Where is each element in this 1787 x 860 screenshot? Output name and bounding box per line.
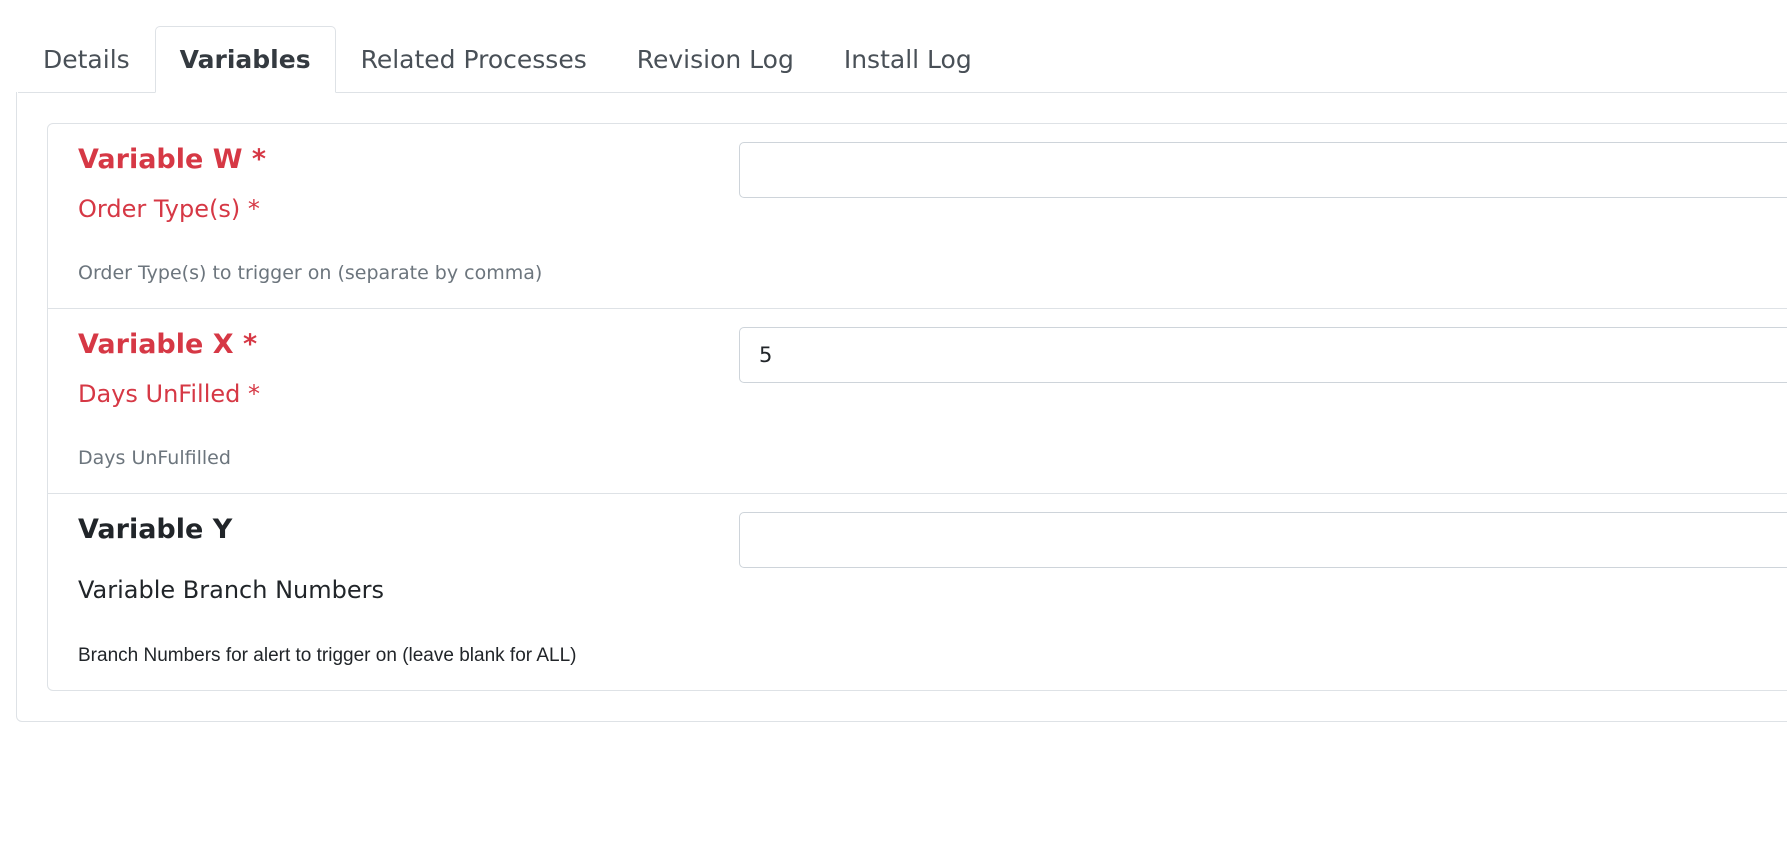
tab-revision-log[interactable]: Revision Log [612, 26, 819, 92]
variable-y-input[interactable] [739, 512, 1787, 568]
variable-x-label: Days UnFilled * [78, 380, 260, 408]
variable-row-y: Variable Y Variable Branch Numbers Branc… [48, 494, 1787, 690]
variable-w-title: Variable W * [78, 144, 267, 175]
variable-x-title: Variable X * [78, 329, 258, 360]
variable-y-title: Variable Y [78, 514, 233, 545]
variable-w-help: Order Type(s) to trigger on (separate by… [78, 262, 543, 284]
variable-row-x: Variable X * Days UnFilled * Days UnFulf… [48, 309, 1787, 494]
variable-x-help: Days UnFulfilled [78, 447, 231, 469]
tab-details[interactable]: Details [18, 26, 155, 92]
variable-y-help: Branch Numbers for alert to trigger on (… [78, 645, 577, 666]
variables-card: Variable W * Order Type(s) * Order Type(… [47, 123, 1787, 691]
tab-install-log[interactable]: Install Log [819, 26, 997, 92]
variable-y-label: Variable Branch Numbers [78, 576, 384, 604]
variable-row-w: Variable W * Order Type(s) * Order Type(… [48, 124, 1787, 309]
tab-variables[interactable]: Variables [154, 26, 336, 93]
tab-bar: Details Variables Related Processes Revi… [18, 26, 1787, 93]
variable-w-input[interactable] [739, 142, 1787, 198]
tab-related-processes[interactable]: Related Processes [336, 26, 612, 92]
variable-x-input[interactable] [739, 327, 1787, 383]
variable-w-label: Order Type(s) * [78, 195, 260, 223]
